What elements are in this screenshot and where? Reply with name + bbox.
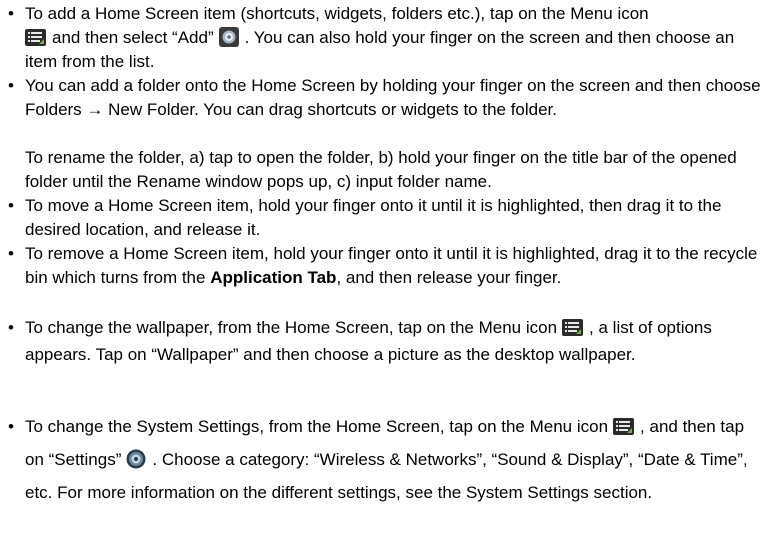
list-item: • To add a Home Screen item (shortcuts, w… [8, 2, 764, 74]
bullet: • [8, 76, 14, 95]
menu-icon [613, 418, 635, 435]
bullet: • [8, 4, 14, 23]
list-item: • To change the wallpaper, from the Home … [8, 314, 764, 368]
bullet: • [8, 318, 14, 337]
item-text: You can add a folder onto the Home Scree… [25, 76, 761, 119]
item-text: To change the System Settings, from the … [25, 417, 609, 436]
item-text: To add a Home Screen item (shortcuts, wi… [25, 4, 649, 23]
bullet: • [8, 244, 14, 263]
help-page: • To add a Home Screen item (shortcuts, w… [0, 0, 769, 556]
menu-icon [562, 319, 584, 336]
add-icon [218, 27, 239, 47]
application-tab-label: Application Tab [210, 268, 337, 287]
sub-paragraph: To rename the folder, a) tap to open the… [25, 148, 737, 191]
menu-icon [25, 29, 46, 46]
bullet: • [8, 196, 14, 215]
list-item: • To change the System Settings, from the… [8, 410, 764, 509]
item-text: To move a Home Screen item, hold your fi… [25, 196, 722, 239]
list-item: • You can add a folder onto the Home Scre… [8, 74, 764, 122]
list-item: • To move a Home Screen item, hold your f… [8, 194, 764, 242]
item-text: , and then release your finger. [336, 268, 562, 287]
item-text: and then select “Add” [52, 28, 214, 47]
list-item: • To remove a Home Screen item, hold your… [8, 242, 764, 290]
settings-icon [126, 449, 146, 469]
bullet: • [8, 417, 14, 436]
item-text: To change the wallpaper, from the Home S… [25, 318, 558, 337]
